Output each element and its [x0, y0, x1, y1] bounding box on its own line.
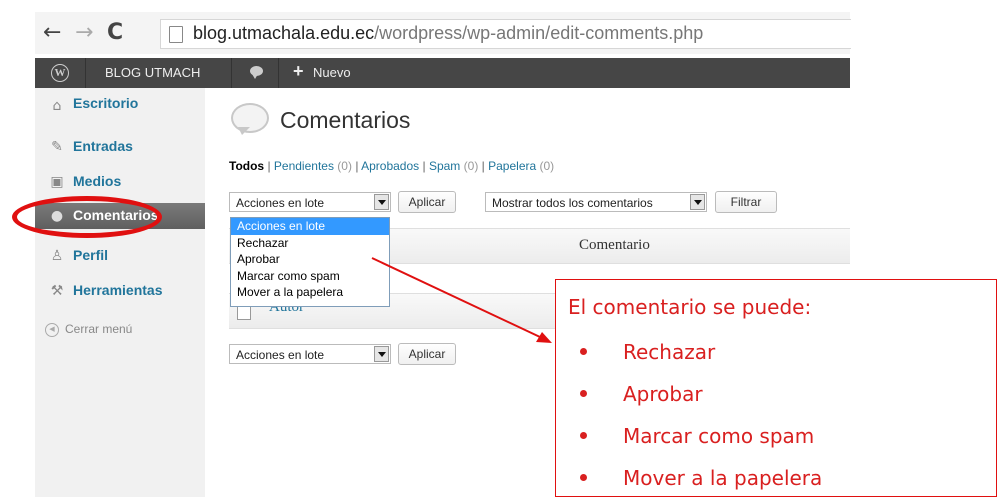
annotation-callout: El comentario se puede: Rechazar Aprobar… [555, 279, 997, 497]
callout-list-item: Marcar como spam [580, 424, 814, 448]
callout-item-text: Rechazar [623, 340, 716, 364]
callout-item-text: Mover a la papelera [623, 466, 823, 490]
callout-list-item: Rechazar [580, 340, 715, 364]
bullet-icon [580, 432, 587, 439]
callout-list-item: Mover a la papelera [580, 466, 822, 490]
arrow-head [536, 332, 552, 343]
bullet-icon [580, 348, 587, 355]
bullet-icon [580, 474, 587, 481]
callout-title: El comentario se puede: [568, 295, 812, 319]
arrow-line [371, 257, 541, 338]
callout-item-text: Marcar como spam [623, 424, 815, 448]
bullet-icon [580, 390, 587, 397]
callout-list-item: Aprobar [580, 382, 703, 406]
callout-item-text: Aprobar [623, 382, 703, 406]
